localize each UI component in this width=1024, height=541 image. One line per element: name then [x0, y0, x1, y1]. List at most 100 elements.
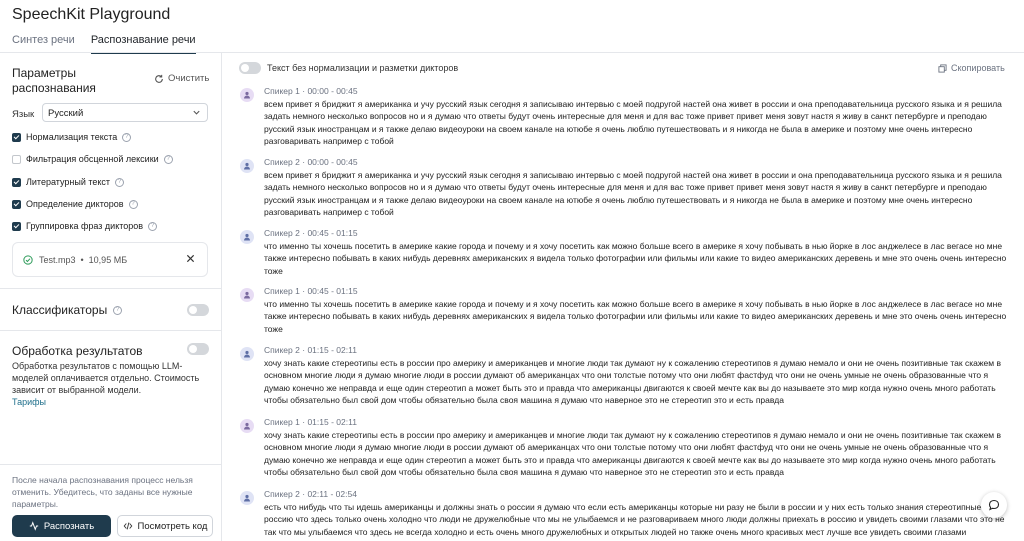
- checkbox-checked-icon[interactable]: [12, 199, 21, 209]
- chat-button[interactable]: [981, 492, 1007, 518]
- entry-meta: Спикер 2 · 01:15 - 02:11: [264, 345, 357, 355]
- recognition-notice: После начала распознавания процесс нельз…: [12, 475, 193, 509]
- copy-icon: [938, 63, 947, 73]
- option-profanity-filter[interactable]: Фильтрация обсценной лексики ?: [12, 154, 173, 164]
- recognize-label: Распознать: [43, 520, 95, 532]
- checkbox-unchecked-icon[interactable]: [12, 154, 21, 164]
- option-text-normalization[interactable]: Нормализация текста ?: [12, 132, 132, 142]
- time-range: 02:11 - 02:54: [307, 489, 357, 499]
- divider: [0, 288, 221, 289]
- llm-description: Обработка результатов с помощью LLM-моде…: [12, 361, 200, 395]
- classifiers-label: Классификаторы: [12, 303, 108, 317]
- user-icon: [244, 494, 250, 502]
- entry-meta: Спикер 1 · 00:45 - 01:15: [264, 286, 358, 296]
- help-icon[interactable]: ?: [128, 199, 138, 209]
- view-code-button[interactable]: Посмотреть код: [117, 515, 213, 537]
- clear-button[interactable]: Очистить: [154, 73, 209, 84]
- user-icon: [244, 422, 250, 430]
- user-icon: [244, 291, 250, 299]
- entry-text: что именно ты хочешь посетить в америке …: [264, 241, 1007, 276]
- recognize-button[interactable]: Распознать: [12, 515, 111, 537]
- speaker-name: Спикер 1: [264, 286, 300, 296]
- entry-text: всем привет я бриджит я американка и учу…: [264, 99, 1002, 147]
- option-speaker-grouping[interactable]: Группировка фраз дикторов ?: [12, 221, 158, 231]
- speaker-avatar: [240, 88, 254, 102]
- meta-separator: ·: [302, 286, 306, 296]
- check-circle-icon: [23, 254, 33, 265]
- speaker-avatar: [240, 419, 254, 433]
- params-title: Параметры распознавания: [12, 66, 96, 95]
- speaker-name: Спикер 1: [264, 86, 300, 96]
- entry-meta: Спикер 2 · 02:11 - 02:54: [264, 489, 357, 499]
- divider: [0, 330, 221, 331]
- speaker-avatar: [240, 159, 254, 173]
- uploaded-file-card: Test.mp3 • 10,95 МБ: [12, 242, 208, 277]
- llm-toggle[interactable]: [187, 343, 209, 355]
- time-range: 01:15 - 02:11: [307, 345, 357, 355]
- copy-button[interactable]: Скопировать: [938, 63, 1005, 73]
- checkbox-checked-icon[interactable]: [12, 132, 21, 142]
- copy-label: Скопировать: [951, 63, 1005, 73]
- help-icon[interactable]: ?: [113, 305, 123, 315]
- speaker-avatar: [240, 230, 254, 244]
- language-value: Русский: [48, 108, 84, 119]
- help-icon[interactable]: ?: [163, 154, 173, 164]
- entry-text: всем привет я бриджит я американка и учу…: [264, 170, 1002, 218]
- entry-meta: Спикер 2 · 00:00 - 00:45: [264, 157, 358, 167]
- meta-separator: ·: [302, 157, 306, 167]
- option-label: Определение дикторов: [26, 199, 124, 209]
- speaker-avatar: [240, 288, 254, 302]
- entry-text: есть что нибудь что ты идешь американцы …: [264, 502, 1005, 537]
- speaker-name: Спикер 2: [264, 345, 300, 355]
- tab-bar: Синтез речи Распознавание речи: [12, 34, 196, 54]
- entry-text: хочу знать какие стереотипы есть в росси…: [264, 358, 1001, 406]
- llm-label: Обработка результатов: [12, 344, 143, 358]
- option-label: Нормализация текста: [26, 132, 118, 142]
- llm-title: Обработка результатов: [12, 344, 143, 358]
- chevron-down-icon: [193, 110, 200, 115]
- transcript: Спикер 1 · 00:00 - 00:45 всем привет я б…: [240, 86, 1010, 541]
- meta-separator: ·: [302, 489, 306, 499]
- close-icon[interactable]: [186, 254, 195, 263]
- classifiers-title: Классификаторы ?: [12, 303, 123, 317]
- classifiers-toggle[interactable]: [187, 304, 209, 316]
- speaker-name: Спикер 2: [264, 489, 300, 499]
- entry-meta: Спикер 2 · 00:45 - 01:15: [264, 228, 358, 238]
- option-literary-text[interactable]: Литературный текст ?: [12, 177, 125, 187]
- help-icon[interactable]: ?: [148, 221, 158, 231]
- entry-meta: Спикер 1 · 01:15 - 02:11: [264, 417, 357, 427]
- language-select[interactable]: Русский: [42, 103, 208, 122]
- time-range: 00:45 - 01:15: [307, 286, 358, 296]
- entry-meta: Спикер 1 · 00:00 - 00:45: [264, 86, 358, 96]
- time-range: 00:00 - 00:45: [307, 86, 358, 96]
- raw-text-toggle[interactable]: [239, 62, 261, 74]
- file-separator: •: [80, 254, 84, 265]
- option-label: Литературный текст: [26, 177, 111, 187]
- sidebar: Параметры распознавания Очистить Язык Ру…: [0, 53, 222, 541]
- tab-recognition[interactable]: Распознавание речи: [90, 34, 196, 54]
- meta-separator: ·: [302, 86, 306, 96]
- waveform-icon: [29, 521, 38, 531]
- speaker-name: Спикер 2: [264, 157, 300, 167]
- help-icon[interactable]: ?: [122, 132, 132, 142]
- file-name: Test.mp3: [39, 254, 76, 265]
- file-size: 10,95 МБ: [88, 254, 128, 265]
- checkbox-checked-icon[interactable]: [12, 177, 21, 187]
- divider: [0, 464, 221, 465]
- option-speaker-detection[interactable]: Определение дикторов ?: [12, 199, 138, 209]
- speaker-name: Спикер 2: [264, 228, 300, 238]
- time-range: 00:45 - 01:15: [307, 228, 358, 238]
- checkbox-checked-icon[interactable]: [12, 221, 21, 231]
- help-icon[interactable]: ?: [115, 177, 125, 187]
- clear-label: Очистить: [168, 73, 210, 84]
- tariffs-link[interactable]: Тарифы: [12, 397, 46, 407]
- chat-bubble-icon: [988, 499, 1000, 511]
- time-range: 00:00 - 00:45: [307, 157, 358, 167]
- view-code-label: Посмотреть код: [137, 520, 208, 532]
- raw-text-toggle-label: Текст без нормализации и разметки диктор…: [267, 63, 459, 73]
- option-label: Группировка фраз дикторов: [26, 221, 144, 231]
- user-icon: [244, 233, 250, 241]
- speaker-avatar: [240, 347, 254, 361]
- entry-text: хочу знать какие стереотипы есть в росси…: [264, 430, 1001, 478]
- tab-synthesis[interactable]: Синтез речи: [12, 34, 75, 54]
